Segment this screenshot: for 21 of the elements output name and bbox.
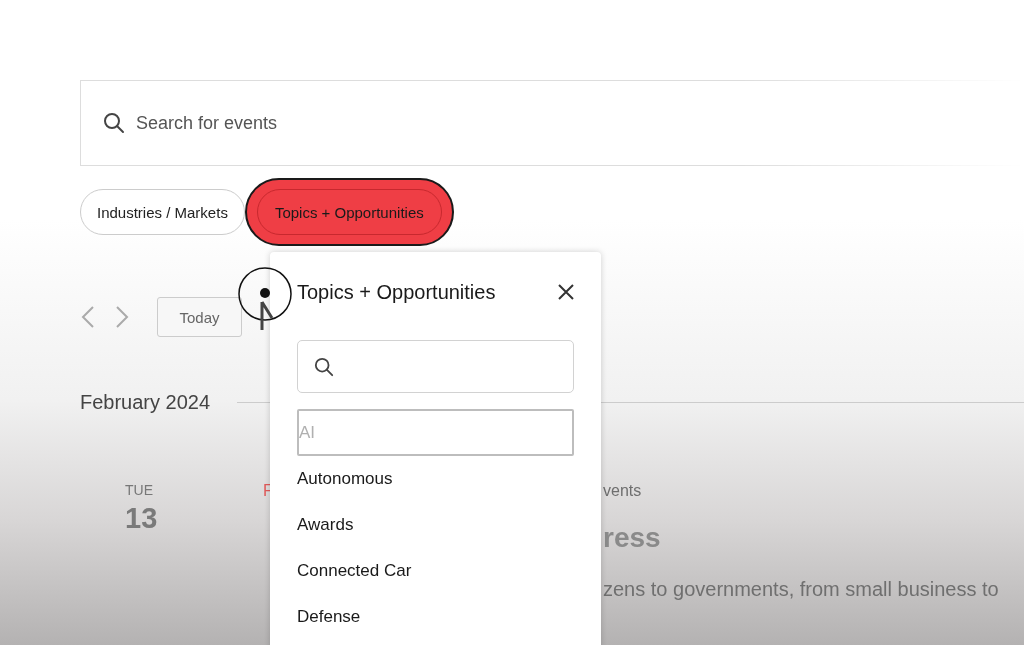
topic-option[interactable]: Defense	[297, 594, 574, 640]
cursor-drawing	[237, 266, 295, 332]
today-button[interactable]: Today	[157, 297, 242, 337]
topic-option[interactable]: Connected Car	[297, 548, 574, 594]
topic-search-field[interactable]	[297, 340, 574, 393]
previous-icon[interactable]	[80, 305, 96, 329]
event-weekday: TUE	[125, 482, 153, 498]
event-title: ress	[603, 522, 661, 554]
event-category: vents	[603, 482, 642, 501]
search-icon	[314, 356, 334, 377]
month-heading: February 2024	[80, 391, 211, 414]
topic-option[interactable]: Awards	[297, 502, 574, 548]
popup-title: Topics + Opportunities	[297, 280, 496, 304]
event-day: 13	[125, 502, 158, 535]
search-icon	[103, 112, 125, 134]
next-icon[interactable]	[114, 305, 130, 329]
topic-option[interactable]: Autonomous	[297, 456, 574, 502]
event-description: zens to governments, from small business to	[603, 578, 999, 601]
filter-chip[interactable]: Topics + Opportunities	[244, 178, 454, 246]
filter-chip[interactable]: Industries / Markets	[80, 189, 245, 235]
close-icon[interactable]	[556, 282, 576, 302]
